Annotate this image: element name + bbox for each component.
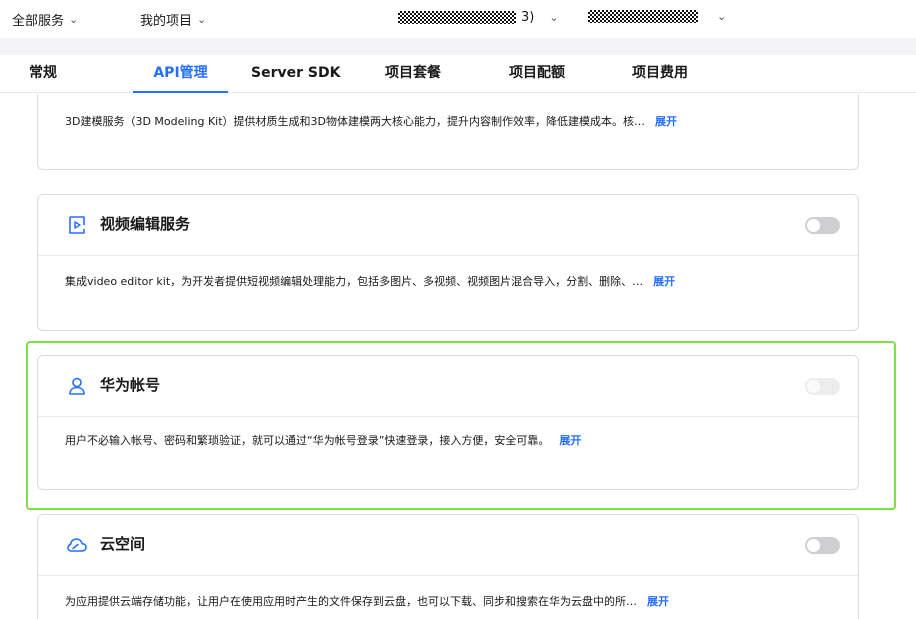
divider-strip xyxy=(0,38,916,55)
all-services-label: 全部服务 xyxy=(12,14,65,29)
expand-link[interactable]: 展开 xyxy=(653,275,675,288)
description-text: 集成video editor kit，为开发者提供短视频编辑处理能力，包括多图片… xyxy=(65,275,644,288)
card-description: 3D建模服务（3D Modeling Kit）提供材质生成和3D物体建模两大核心… xyxy=(65,113,677,129)
card-description: 集成video editor kit，为开发者提供短视频编辑处理能力，包括多图片… xyxy=(65,273,675,289)
expand-link[interactable]: 展开 xyxy=(647,595,669,608)
card-title: 视频编辑服务 xyxy=(100,215,191,233)
redacted-project-name xyxy=(398,11,516,24)
description-text: 为应用提供云端存储功能，让用户在使用应用时产生的文件保存到云盘，也可以下载、同步… xyxy=(65,595,637,608)
project-selector[interactable]: 3) ⌄ xyxy=(398,10,559,25)
card-title: 云空间 xyxy=(100,535,146,553)
expand-link[interactable]: 展开 xyxy=(655,115,677,128)
enable-toggle[interactable] xyxy=(805,217,840,234)
tab-api-management[interactable]: API管理 xyxy=(133,55,228,93)
tab-project-quota[interactable]: 项目配额 xyxy=(509,55,565,93)
chevron-down-icon: ⌄ xyxy=(197,13,207,26)
video-edit-icon xyxy=(69,216,85,234)
my-projects-label: 我的项目 xyxy=(140,14,193,29)
redacted-app-name xyxy=(588,10,698,23)
tab-general[interactable]: 常规 xyxy=(29,55,57,93)
card-cloud-space: 云空间 为应用提供云端存储功能，让用户在使用应用时产生的文件保存到云盘，也可以下… xyxy=(37,514,859,619)
card-header: 视频编辑服务 xyxy=(38,195,858,256)
tab-bar: 常规 API管理 Server SDK 项目套餐 项目配额 项目费用 xyxy=(0,55,916,93)
chevron-down-icon: ⌄ xyxy=(69,13,79,26)
tab-project-cost[interactable]: 项目费用 xyxy=(632,55,688,93)
chevron-down-icon: ⌄ xyxy=(717,10,727,23)
card-3d-modeling: 3D建模服务（3D Modeling Kit）提供材质生成和3D物体建模两大核心… xyxy=(37,94,859,170)
tab-project-package[interactable]: 项目套餐 xyxy=(385,55,441,93)
my-projects-menu[interactable]: 我的项目 ⌄ xyxy=(140,10,206,29)
description-text: 3D建模服务（3D Modeling Kit）提供材质生成和3D物体建模两大核心… xyxy=(65,115,646,128)
app-selector[interactable]: ⌄ xyxy=(588,10,726,23)
all-services-menu[interactable]: 全部服务 ⌄ xyxy=(12,10,78,29)
cloud-icon xyxy=(67,538,87,552)
top-bar: 全部服务 ⌄ 我的项目 ⌄ 3) ⌄ ⌄ xyxy=(0,0,916,38)
card-header: 云空间 xyxy=(38,515,858,576)
highlight-box xyxy=(26,341,896,510)
chevron-down-icon: ⌄ xyxy=(549,11,559,24)
card-video-editor: 视频编辑服务 集成video editor kit，为开发者提供短视频编辑处理能… xyxy=(37,194,859,331)
card-description: 为应用提供云端存储功能，让用户在使用应用时产生的文件保存到云盘，也可以下载、同步… xyxy=(65,593,669,609)
enable-toggle[interactable] xyxy=(805,537,840,554)
tab-server-sdk[interactable]: Server SDK xyxy=(251,55,340,93)
project-suffix: 3) xyxy=(521,10,535,25)
